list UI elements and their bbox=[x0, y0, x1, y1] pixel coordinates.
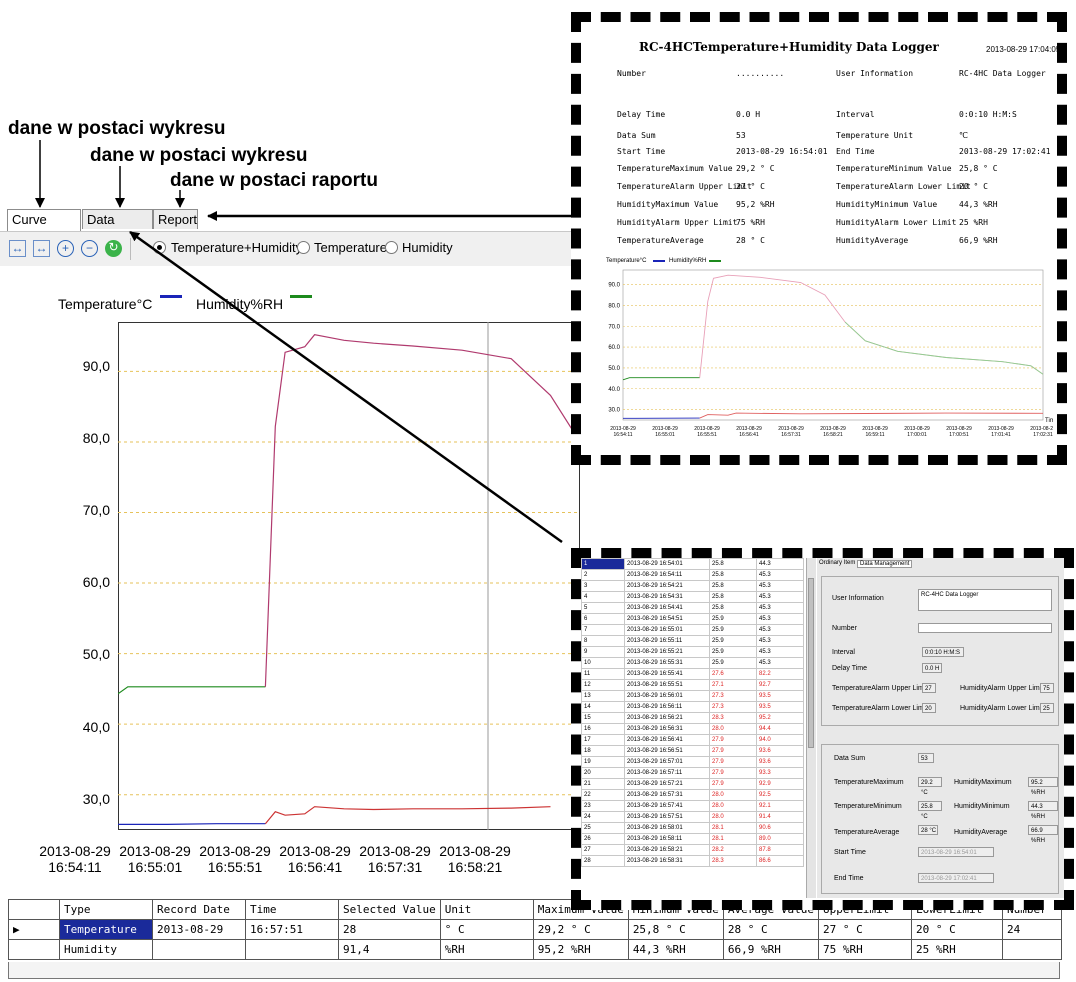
arrow-table-to-tab bbox=[129, 230, 563, 544]
annotation-arrows bbox=[35, 140, 571, 544]
